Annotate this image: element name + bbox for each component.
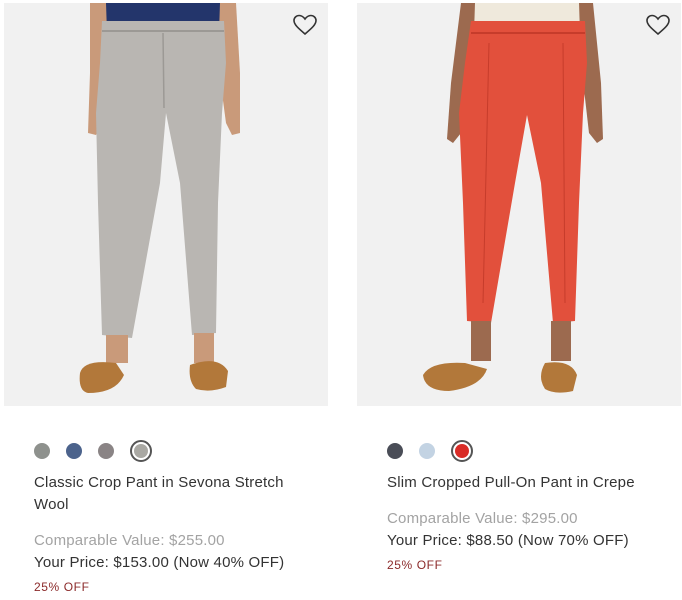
heart-outline-icon bbox=[646, 14, 670, 36]
color-swatch[interactable] bbox=[98, 443, 114, 459]
color-swatch[interactable] bbox=[419, 443, 435, 459]
product-image[interactable] bbox=[4, 3, 328, 406]
your-price: Your Price: $153.00 (Now 40% OFF) bbox=[34, 554, 285, 571]
pants-model-photo bbox=[423, 3, 603, 393]
color-swatch[interactable] bbox=[34, 443, 50, 459]
comparable-value: Comparable Value: $255.00 bbox=[34, 532, 225, 549]
color-swatches bbox=[34, 440, 168, 462]
color-swatch[interactable] bbox=[66, 443, 82, 459]
shirt bbox=[473, 3, 581, 23]
heart-outline-icon bbox=[293, 14, 317, 36]
product-card[interactable]: Classic Crop Pant in Sevona Stretch Wool… bbox=[4, 0, 328, 600]
product-image[interactable] bbox=[357, 3, 681, 406]
your-price: Your Price: $88.50 (Now 70% OFF) bbox=[387, 532, 629, 549]
color-swatch-selected[interactable] bbox=[130, 440, 152, 462]
comparable-value: Comparable Value: $295.00 bbox=[387, 510, 578, 527]
color-swatch-selected[interactable] bbox=[451, 440, 473, 462]
pants-model-photo bbox=[79, 3, 240, 393]
color-swatch[interactable] bbox=[387, 443, 403, 459]
favorite-button[interactable] bbox=[645, 13, 671, 37]
product-card[interactable]: Slim Cropped Pull-On Pant in Crepe Compa… bbox=[357, 0, 681, 600]
favorite-button[interactable] bbox=[292, 13, 318, 37]
pants bbox=[459, 21, 587, 323]
product-title[interactable]: Classic Crop Pant in Sevona Stretch Wool bbox=[34, 472, 304, 516]
discount-badge: 25% OFF bbox=[387, 558, 443, 572]
product-title[interactable]: Slim Cropped Pull-On Pant in Crepe bbox=[387, 472, 657, 494]
color-swatches bbox=[387, 440, 489, 462]
pants bbox=[96, 21, 226, 338]
discount-badge: 25% OFF bbox=[34, 580, 90, 594]
